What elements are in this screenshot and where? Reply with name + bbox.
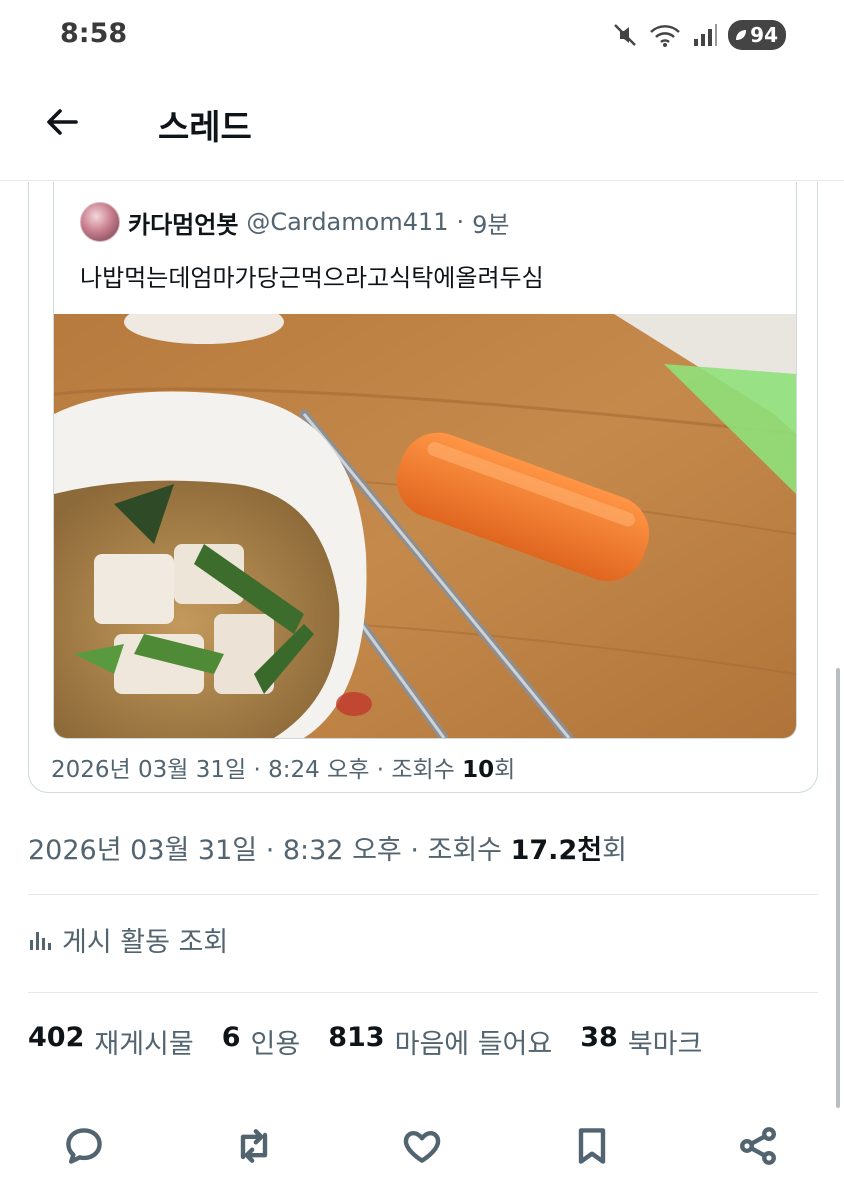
quoted-tweet-meta: 2026년 03월 31일 · 8:24 오후 · 조회수 10회 (51, 750, 515, 784)
reply-icon (66, 1128, 102, 1164)
stat-count: 6 (221, 1022, 241, 1053)
quoted-author: 카다멈언봇 @Cardamom411 · 9분 (80, 202, 510, 242)
bookmarks-stat[interactable]: 38 북마크 (580, 1022, 702, 1061)
stat-count: 38 (580, 1022, 618, 1053)
thread-header: 스레드 (0, 88, 844, 158)
stat-label: 마음에 들어요 (394, 1029, 553, 1060)
analytics-icon (30, 931, 51, 950)
share-icon (740, 1127, 776, 1165)
like-icon (403, 1130, 441, 1163)
activity-label: 게시 활동 조회 (62, 927, 229, 958)
quote-tweet-card[interactable]: 카다멈언봇 @Cardamom411 · 9분 나밥먹는데엄마가당근먹으라고식탁… (28, 182, 818, 793)
mute-icon (612, 22, 638, 48)
avatar[interactable] (80, 202, 120, 242)
stat-count: 402 (28, 1022, 85, 1053)
author-handle: @Cardamom411 (246, 208, 449, 236)
separator-dot: · (456, 208, 465, 236)
battery-level: 94 (750, 23, 778, 47)
stat-count: 813 (328, 1022, 385, 1053)
status-time: 8:58 (60, 18, 128, 49)
stat-label: 재게시물 (94, 1029, 194, 1060)
status-bar: 8:58 94 (0, 0, 844, 72)
status-icons: 94 (612, 20, 786, 50)
scrollbar[interactable] (836, 668, 840, 1108)
bookmark-icon (578, 1128, 606, 1164)
stat-label: 인용 (250, 1029, 301, 1060)
quoted-meta-suffix: 회 (494, 757, 516, 783)
quotes-stat[interactable]: 6 인용 (222, 1022, 300, 1061)
author-name[interactable]: 카다멈언봇 (128, 205, 238, 240)
relative-time: 9분 (472, 210, 510, 239)
battery-indicator: 94 (728, 20, 786, 50)
quoted-tweet-text: 나밥먹는데엄마가당근먹으라고식탁에올려두심 (80, 264, 544, 292)
page-title: 스레드 (158, 108, 252, 148)
engagement-stats: 402 재게시물 6 인용 813 마음에 들어요 38 북마크 (28, 1022, 702, 1061)
header-divider (0, 180, 844, 181)
reply-button[interactable] (56, 1118, 112, 1174)
divider (28, 894, 818, 895)
wifi-icon (648, 22, 682, 48)
quoted-tweet[interactable]: 카다멈언봇 @Cardamom411 · 9분 나밥먹는데엄마가당근먹으라고식탁… (53, 182, 797, 739)
bookmark-button[interactable] (564, 1118, 620, 1174)
repost-icon (240, 1129, 268, 1163)
reposts-stat[interactable]: 402 재게시물 (28, 1022, 194, 1061)
stat-label: 북마크 (627, 1029, 703, 1060)
back-arrow-icon (47, 109, 78, 135)
post-activity-button[interactable]: 게시 활동 조회 (28, 920, 228, 959)
post-views-suffix: 회 (602, 835, 627, 866)
post-meta: 2026년 03월 31일 · 8:32 오후 · 조회수 17.2천회 (28, 828, 627, 867)
quoted-meta-date: 2026년 03월 31일 · 8:24 오후 · 조회수 (51, 757, 463, 783)
post-views: 17.2천 (510, 835, 603, 866)
signal-icon (692, 22, 718, 48)
likes-stat[interactable]: 813 마음에 들어요 (328, 1022, 552, 1061)
action-bar (0, 1110, 844, 1180)
share-button[interactable] (730, 1118, 786, 1174)
back-button[interactable] (38, 98, 86, 146)
tweet-photo[interactable] (54, 314, 796, 738)
repost-button[interactable] (226, 1118, 282, 1174)
leaf-icon (736, 30, 747, 40)
divider (28, 992, 818, 993)
quoted-meta-views: 10 (462, 757, 495, 783)
post-meta-date: 2026년 03월 31일 · 8:32 오후 · 조회수 (28, 835, 511, 866)
like-button[interactable] (394, 1118, 450, 1174)
